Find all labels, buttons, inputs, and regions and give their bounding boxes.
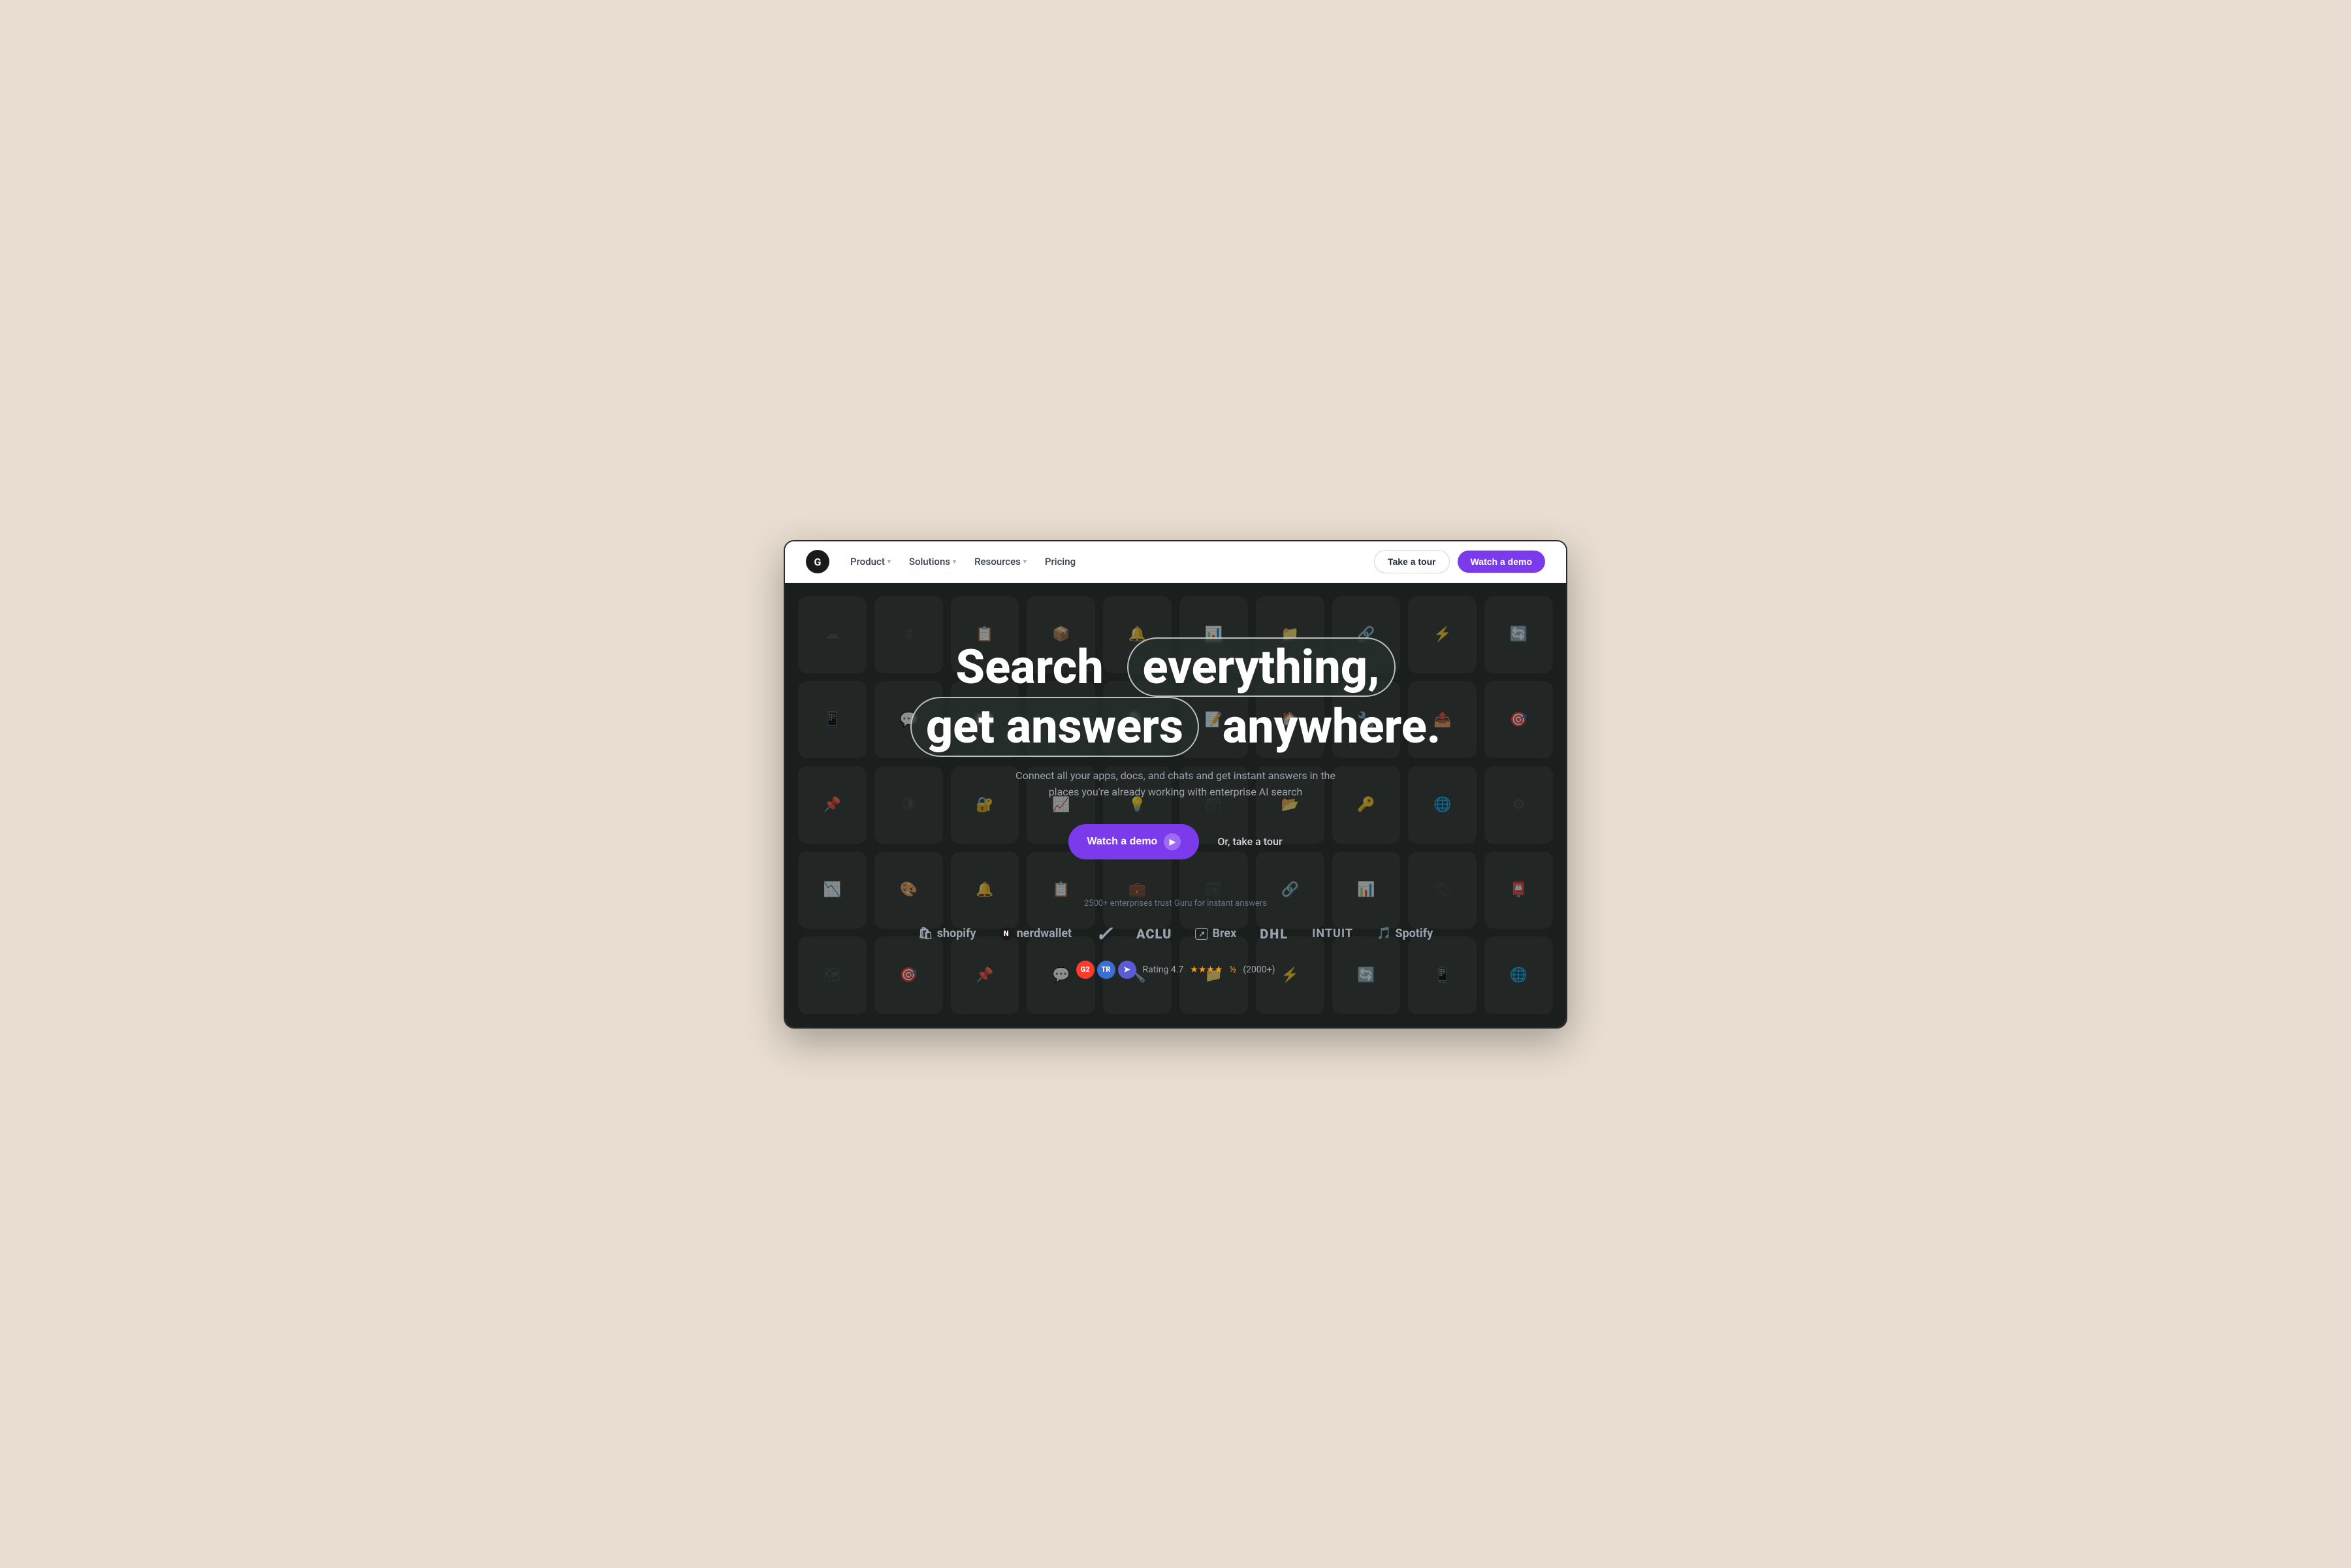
bg-icon: 📮 bbox=[1484, 852, 1553, 929]
brand-logos: 🛍 shopify N nerdwallet ✓ ACLU ↗ bbox=[910, 921, 1441, 946]
rating-label: Rating 4.7 bbox=[1143, 965, 1184, 975]
half-star-icon: ½ bbox=[1229, 965, 1236, 975]
hero-actions: Watch a demo ▶ Or, take a tour bbox=[910, 824, 1441, 859]
bg-icon: 🔄 bbox=[1484, 596, 1553, 673]
chevron-down-icon: ▾ bbox=[1023, 558, 1027, 566]
trust-label: 2500+ enterprises trust Guru for instant… bbox=[910, 899, 1441, 908]
nav-solutions[interactable]: Solutions ▾ bbox=[909, 556, 956, 568]
chat-badge: ➤ bbox=[1118, 961, 1136, 979]
hero-subtitle: Connect all your apps, docs, and chats a… bbox=[1012, 767, 1339, 801]
rating-count: (2000+) bbox=[1243, 965, 1275, 975]
trust-section: 2500+ enterprises trust Guru for instant… bbox=[910, 899, 1441, 979]
nav-links: Product ▾ Solutions ▾ Resources ▾ Pricin… bbox=[850, 556, 1353, 568]
shopify-icon: 🛍 bbox=[918, 927, 933, 940]
star-rating: ★★★★ bbox=[1190, 965, 1223, 975]
spotify-icon: 🎵 bbox=[1377, 927, 1391, 940]
navbar: G Product ▾ Solutions ▾ Resources ▾ Pric… bbox=[785, 541, 1566, 583]
intuit-logo: INTUIT bbox=[1312, 927, 1353, 940]
hero-pill-everything: everything, bbox=[1127, 637, 1396, 697]
aclu-logo: ACLU bbox=[1136, 926, 1172, 942]
nerdwallet-icon: N bbox=[1000, 927, 1013, 940]
nerdwallet-logo: N nerdwallet bbox=[1000, 927, 1072, 940]
rating-badges: G2 TR ➤ bbox=[1076, 961, 1136, 979]
hero-pill-answers: get answers bbox=[910, 697, 1199, 756]
logo[interactable]: G bbox=[806, 550, 829, 573]
rating-row: G2 TR ➤ Rating 4.7 ★★★★ ½ (2000+) bbox=[910, 961, 1441, 979]
browser-window: G Product ▾ Solutions ▾ Resources ▾ Pric… bbox=[784, 540, 1567, 1029]
hero-watch-demo-button[interactable]: Watch a demo ▶ bbox=[1068, 824, 1199, 859]
bg-icon: 📉 bbox=[798, 852, 867, 929]
hero-title: Search everything, get answers anywhere. bbox=[910, 637, 1441, 756]
chevron-down-icon: ▾ bbox=[888, 558, 891, 566]
brex-logo: ↗ Brex bbox=[1195, 927, 1236, 940]
nav-pricing[interactable]: Pricing bbox=[1045, 556, 1076, 568]
bg-icon: ☁ bbox=[798, 596, 867, 673]
hero-content: Search everything, get answers anywhere.… bbox=[910, 637, 1441, 979]
nav-actions: Take a tour Watch a demo bbox=[1374, 550, 1545, 573]
play-icon: ▶ bbox=[1164, 833, 1181, 850]
bg-icon: 🌐 bbox=[1484, 936, 1553, 1014]
dhl-logo: DHL bbox=[1260, 926, 1288, 942]
trustradius-badge: TR bbox=[1097, 961, 1115, 979]
bg-icon: ⚙ bbox=[1484, 766, 1553, 843]
bg-icon: 🗺 bbox=[798, 936, 867, 1014]
nike-swoosh-icon: ✓ bbox=[1095, 921, 1113, 946]
hero-take-tour-link[interactable]: Or, take a tour bbox=[1217, 835, 1282, 848]
nav-resources[interactable]: Resources ▾ bbox=[974, 556, 1027, 568]
shopify-logo: 🛍 shopify bbox=[918, 927, 976, 940]
bg-icon: 📌 bbox=[798, 766, 867, 843]
take-a-tour-button[interactable]: Take a tour bbox=[1374, 550, 1450, 573]
nav-product[interactable]: Product ▾ bbox=[850, 556, 891, 568]
hero-title-line2: get answers anywhere. bbox=[910, 697, 1441, 756]
hero-title-line1: Search everything, bbox=[910, 637, 1441, 697]
g2-badge: G2 bbox=[1076, 961, 1095, 979]
brex-icon: ↗ bbox=[1195, 928, 1208, 940]
hero-section: ☁#📋📦🔔📊📁🔗⚡🔄📱💬📧🗂🔍📝🏠🔧📤🎯📌🛡🔐📈💡🗃📂🔑🌐⚙📉🎨🔔📋💼🗓🔗📊🏷📮… bbox=[785, 583, 1566, 1027]
bg-icon: 📱 bbox=[798, 681, 867, 758]
watch-a-demo-button[interactable]: Watch a demo bbox=[1458, 551, 1545, 573]
bg-icon: 🎯 bbox=[1484, 681, 1553, 758]
nike-logo: ✓ bbox=[1095, 921, 1113, 946]
spotify-logo: 🎵 Spotify bbox=[1377, 927, 1433, 940]
chevron-down-icon: ▾ bbox=[953, 558, 956, 566]
